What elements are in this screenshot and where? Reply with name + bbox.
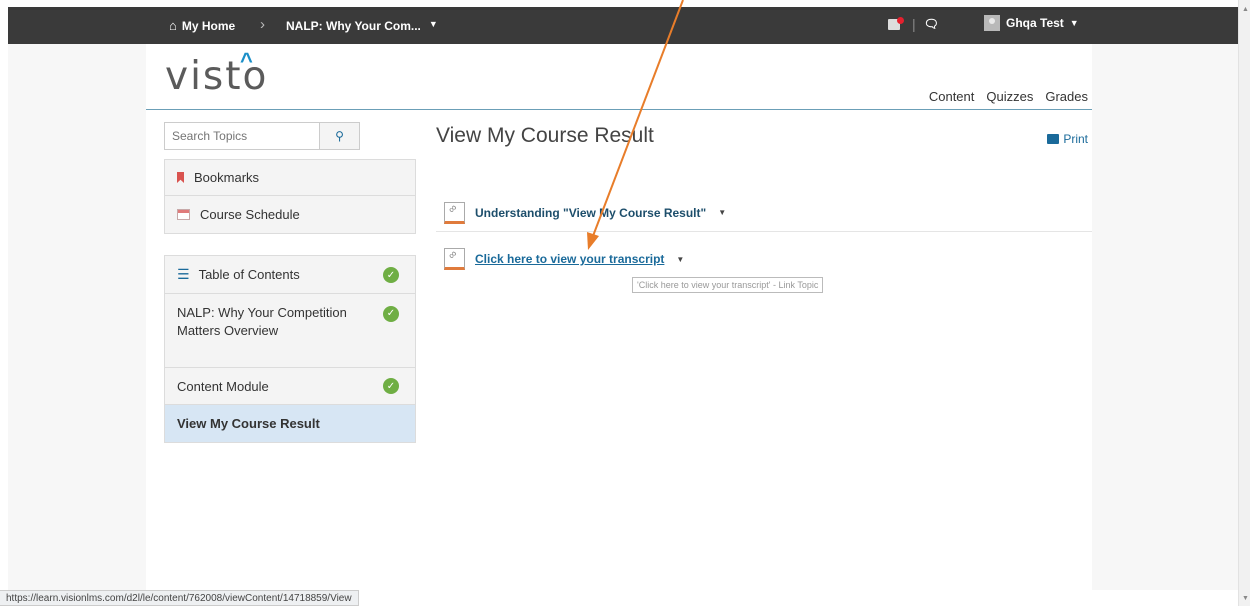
window-edge — [0, 0, 8, 606]
tools-group: Bookmarks Course Schedule — [164, 159, 416, 234]
check-icon: ✓ — [383, 267, 399, 283]
search-input[interactable] — [165, 123, 319, 149]
scroll-down-icon[interactable]: ▼ — [1242, 595, 1249, 602]
course-header: visto ^ Content Quizzes Grades — [146, 44, 1092, 110]
sidebar-item-label: Bookmarks — [194, 170, 260, 185]
topic-row: Click here to view your transcript ▼ — [436, 244, 1092, 274]
nav-quizzes[interactable]: Quizzes — [986, 89, 1033, 104]
chevron-down-icon: ▼ — [428, 19, 438, 29]
sidebar-item-label: NALP: Why Your Competition Matters Overv… — [177, 305, 347, 338]
notification-icons: | 🗨 — [888, 16, 939, 32]
print-button[interactable]: Print — [1047, 132, 1088, 146]
messages-icon[interactable]: 🗨 — [924, 17, 939, 31]
course-selector[interactable]: NALP: Why Your Com... ▼ — [286, 19, 438, 33]
sidebar-item-bookmarks[interactable]: Bookmarks — [165, 160, 415, 196]
link-tooltip: 'Click here to view your transcript' - L… — [632, 277, 824, 293]
search-icon: ⚲ — [335, 129, 344, 143]
home-icon: ⌂ — [169, 18, 177, 33]
avatar — [984, 15, 1000, 31]
nav-content[interactable]: Content — [929, 89, 975, 104]
link-topic-icon — [444, 201, 465, 224]
content-area: ⚲ Bookmarks Course Schedule ☰ Table of C… — [146, 110, 1092, 590]
topic-menu-chevron-icon[interactable]: ▼ — [718, 208, 726, 217]
user-name: Ghqa Test — [1006, 16, 1064, 30]
search-box: ⚲ — [164, 122, 360, 150]
nav-grades[interactable]: Grades — [1045, 89, 1088, 104]
search-button[interactable]: ⚲ — [319, 123, 359, 149]
sidebar-item-label: Content Module — [177, 378, 269, 394]
divider: | — [912, 16, 916, 32]
sidebar-item-label: View My Course Result — [177, 416, 320, 431]
calendar-icon — [177, 209, 190, 220]
my-home-label: My Home — [181, 19, 236, 33]
my-home-link[interactable]: ⌂ My Home — [169, 19, 235, 33]
scrollbar[interactable]: ▲ ▼ — [1238, 0, 1250, 606]
top-navbar: ⌂ My Home › NALP: Why Your Com... ▼ | 🗨 … — [8, 7, 1238, 44]
sidebar-item-overview[interactable]: NALP: Why Your Competition Matters Overv… — [165, 294, 415, 368]
check-icon: ✓ — [383, 378, 399, 394]
printer-icon — [1047, 134, 1060, 144]
list-icon: ☰ — [177, 266, 190, 282]
scroll-up-icon[interactable]: ▲ — [1242, 6, 1249, 13]
sidebar-item-label: Course Schedule — [200, 207, 300, 222]
course-nav: Content Quizzes Grades — [929, 89, 1088, 104]
breadcrumb-separator: › — [260, 16, 265, 33]
topic-title[interactable]: Understanding "View My Course Result" — [475, 206, 706, 220]
link-topic-icon — [444, 248, 465, 270]
sidebar-item-label: Table of Contents — [198, 267, 300, 282]
print-label: Print — [1063, 132, 1088, 146]
check-icon: ✓ — [383, 306, 399, 322]
sidebar-item-table-of-contents[interactable]: ☰ Table of Contents ✓ — [165, 256, 415, 294]
table-of-contents-group: ☰ Table of Contents ✓ NALP: Why Your Com… — [164, 255, 416, 443]
user-menu[interactable]: Ghqa Test ▼ — [984, 15, 1079, 31]
topic-menu-chevron-icon[interactable]: ▼ — [676, 255, 684, 264]
chevron-down-icon: ▼ — [1069, 18, 1079, 28]
sidebar-item-content-module[interactable]: Content Module ✓ — [165, 368, 415, 405]
course-name: NALP: Why Your Com... — [286, 19, 421, 33]
bookmark-icon — [177, 172, 184, 183]
sidebar-item-course-schedule[interactable]: Course Schedule — [165, 196, 415, 233]
status-bar-url: https://learn.visionlms.com/d2l/le/conte… — [0, 590, 359, 606]
sidebar-item-view-my-course-result[interactable]: View My Course Result — [165, 405, 415, 442]
page-title: View My Course Result — [436, 124, 654, 147]
topic-row: Understanding "View My Course Result" ▼ — [436, 194, 1092, 232]
logo-caret-icon: ^ — [240, 48, 253, 73]
transcript-link[interactable]: Click here to view your transcript — [475, 252, 664, 266]
updates-alert-icon[interactable] — [888, 17, 904, 31]
